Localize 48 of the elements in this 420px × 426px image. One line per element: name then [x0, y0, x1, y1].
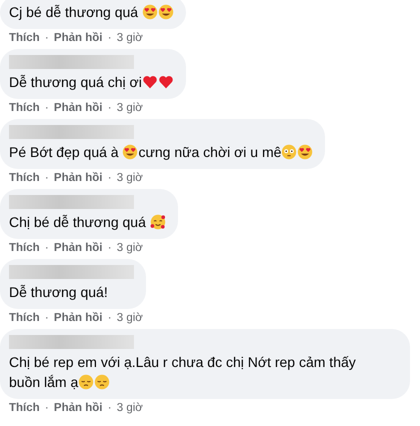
separator-dot: ·: [108, 172, 112, 184]
separator-dot: ·: [44, 32, 49, 44]
pensive-emoji-icon: [78, 374, 94, 390]
like-link[interactable]: Thích: [9, 312, 40, 324]
comment-time: 3 giờ: [116, 242, 143, 254]
comment-text: Chị bé dễ thương quá: [9, 213, 147, 232]
separator-dot: ·: [44, 172, 49, 184]
like-link[interactable]: Thích: [9, 242, 40, 254]
heart-icon: [142, 74, 158, 90]
smiling-hearts-emoji-icon: [150, 214, 166, 230]
separator-dot: ·: [108, 402, 112, 414]
reply-link[interactable]: Phản hồi: [54, 242, 102, 254]
pensive-emoji-icon: [94, 374, 110, 390]
flushed-emoji-icon: [281, 144, 298, 160]
separator-dot: ·: [108, 32, 112, 44]
like-link[interactable]: Thích: [9, 402, 40, 414]
separator-dot: ·: [44, 102, 49, 114]
reply-link[interactable]: Phản hồi: [54, 102, 102, 114]
like-link[interactable]: Thích: [9, 172, 40, 184]
comment-text: buồn lắm ạ: [9, 373, 78, 392]
separator-dot: ·: [108, 102, 112, 114]
comment-text: Pé Bớt đẹp quá à: [9, 143, 120, 162]
comment-text: cưng nữa chời ơi u mê: [138, 143, 282, 162]
separator-dot: ·: [108, 312, 112, 324]
reply-link[interactable]: Phản hồi: [54, 312, 102, 324]
heart-eyes-emoji-icon: [122, 144, 138, 160]
comment-text: Chị bé rep em với ạ.Lâu r chưa đc chị Nớt rep cảm thấy: [9, 353, 356, 372]
reply-link[interactable]: Phản hồi: [54, 172, 102, 184]
separator-dot: ·: [44, 402, 49, 414]
comment-time: 3 giờ: [116, 102, 143, 114]
reply-link[interactable]: Phản hồi: [54, 32, 102, 44]
comment-time: 3 giờ: [116, 402, 143, 414]
comment-text: Cj bé dễ thương quá: [9, 3, 140, 22]
heart-icon: [158, 74, 174, 90]
heart-eyes-emoji-icon: [158, 4, 174, 20]
separator-dot: ·: [44, 242, 49, 254]
comment-time: 3 giờ: [116, 172, 143, 184]
reply-link[interactable]: Phản hồi: [54, 402, 102, 414]
comment-time: 3 giờ: [116, 32, 143, 44]
separator-dot: ·: [108, 242, 112, 254]
like-link[interactable]: Thích: [9, 102, 40, 114]
comment-text: Dễ thương quá!: [9, 283, 108, 302]
separator-dot: ·: [44, 312, 49, 324]
heart-eyes-emoji-icon: [297, 144, 314, 160]
comment-time: 3 giờ: [116, 312, 143, 324]
comment-text: Dễ thương quá chị ơi: [9, 73, 142, 92]
like-link[interactable]: Thích: [9, 32, 40, 44]
heart-eyes-emoji-icon: [142, 4, 158, 20]
